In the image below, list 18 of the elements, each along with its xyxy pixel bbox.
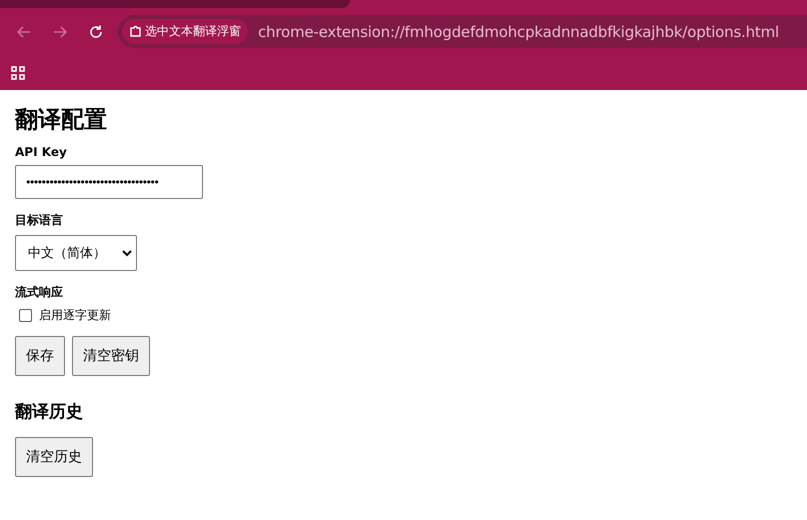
chevron-icon (122, 250, 132, 256)
section-title: 翻译历史 (15, 401, 84, 423)
page-title: 翻译配置 (15, 106, 108, 135)
site-chip[interactable]: 选中文本翻译浮窗 (122, 19, 248, 44)
field-label: API Key (15, 145, 67, 159)
apps-icon[interactable] (11, 66, 25, 80)
clear-history-button[interactable]: 清空历史 (15, 437, 93, 477)
url-text: chrome-extension://fmhogdefdmohcpkadnnadbfkigkajhbk/options.html (258, 22, 779, 40)
action-button[interactable]: 清空密钥 (72, 336, 150, 376)
reload-icon[interactable] (88, 24, 104, 40)
streaming-checkbox[interactable] (19, 309, 32, 322)
checkbox-label: 启用逐字更新 (39, 307, 111, 324)
action-button[interactable]: 保存 (15, 336, 65, 376)
language-select[interactable]: 中文（简体） (15, 235, 137, 271)
field-label: 流式响应 (15, 284, 63, 301)
api-key-field[interactable]: •••••••••••••••••••••••••••••••••• (15, 165, 203, 199)
address-bar[interactable]: 选中文本翻译浮窗 chrome-extension://fmhogdefdmohcpkadnnadbfkigkajhbk/options.html (118, 15, 807, 48)
field-label: 目标语言 (15, 212, 63, 229)
